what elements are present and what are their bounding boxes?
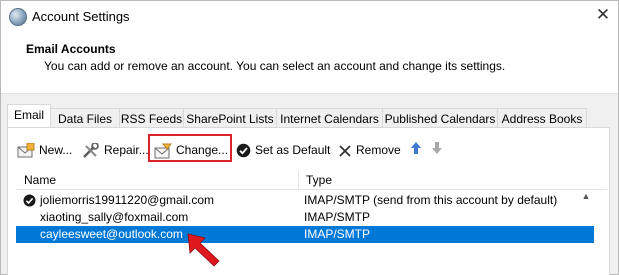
account-name: cayleesweet@outlook.com [40,227,183,241]
list-item-selected[interactable]: cayleesweet@outlook.com IMAP/SMTP [16,226,594,243]
set-default-button[interactable]: Set as Default [236,141,330,159]
account-type: IMAP/SMTP (send from this account by def… [304,193,558,207]
set-default-label: Set as Default [255,143,331,157]
arrow-up-icon [411,142,421,154]
header-section: Email Accounts You can add or remove an … [1,31,618,94]
tab-internet-calendars[interactable]: Internet Calendars [276,108,383,128]
new-account-icon [17,142,35,158]
new-button[interactable]: New... [17,141,72,159]
repair-button-label: Repair... [104,143,149,157]
tab-address-books[interactable]: Address Books [497,108,587,128]
account-name: xiaoting_sally@foxmail.com [40,210,189,224]
list-header: Name Type [16,171,607,190]
tab-email[interactable]: Email [7,104,51,127]
remove-x-icon [339,145,351,157]
arrow-down-icon [432,142,442,154]
list-item[interactable]: joliemorris19911220@gmail.com IMAP/SMTP … [16,192,594,209]
window-title: Account Settings [32,9,130,24]
account-type: IMAP/SMTP [304,210,371,224]
tab-rss-feeds[interactable]: RSS Feeds [119,108,184,128]
move-down-button[interactable] [431,141,443,159]
tab-data-files[interactable]: Data Files [50,108,120,128]
section-title: Email Accounts [26,42,116,56]
globe-icon [9,8,27,26]
change-button-highlight [148,134,232,162]
new-button-label: New... [39,143,73,157]
account-name: joliemorris19911220@gmail.com [40,193,215,207]
account-list[interactable]: Name Type ▲ joliemorris19911220@gmail.co… [16,171,607,275]
column-type-header[interactable]: Type [306,173,332,187]
title-bar: Account Settings ✕ [1,1,618,31]
default-account-check-icon [23,194,36,207]
section-description: You can add or remove an account. You ca… [44,59,506,73]
annotation-arrow-icon [187,233,220,267]
column-divider[interactable] [298,171,299,189]
tab-published-calendars[interactable]: Published Calendars [382,108,498,128]
close-button[interactable]: ✕ [591,4,615,26]
list-item[interactable]: xiaoting_sally@foxmail.com IMAP/SMTP [16,209,594,226]
repair-button[interactable]: Repair... [82,141,149,159]
account-type: IMAP/SMTP [304,227,371,241]
tab-sharepoint-lists[interactable]: SharePoint Lists [183,108,277,128]
move-up-button[interactable] [410,141,422,159]
remove-button-label: Remove [356,143,401,157]
column-name-header[interactable]: Name [24,173,56,187]
repair-tools-icon [83,142,99,158]
checkmark-circle-icon [236,144,251,158]
remove-button[interactable]: Remove [338,141,401,159]
